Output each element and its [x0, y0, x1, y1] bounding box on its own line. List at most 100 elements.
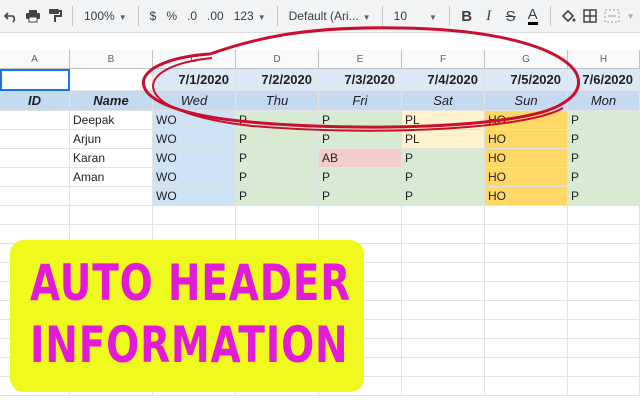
name-cell[interactable]: Deepak — [70, 111, 153, 130]
status-cell[interactable]: P — [236, 168, 319, 187]
paint-format-icon[interactable] — [44, 5, 66, 27]
status-cell[interactable]: P — [568, 149, 640, 168]
date-cell[interactable]: 7/1/2020 — [153, 69, 236, 91]
fill-color-icon[interactable] — [557, 5, 579, 27]
id-header-cell[interactable]: ID — [0, 91, 70, 111]
id-cell[interactable] — [0, 187, 70, 206]
cell[interactable] — [0, 206, 70, 225]
cell[interactable] — [485, 225, 568, 244]
cell[interactable] — [402, 263, 485, 282]
status-cell[interactable]: P — [568, 187, 640, 206]
column-header-f[interactable]: F — [402, 50, 485, 69]
status-cell[interactable]: PL — [402, 130, 485, 149]
status-cell[interactable]: P — [568, 111, 640, 130]
cell[interactable] — [402, 206, 485, 225]
column-header-h[interactable]: H — [568, 50, 640, 69]
cell[interactable] — [485, 301, 568, 320]
status-cell[interactable]: PL — [402, 111, 485, 130]
cell[interactable] — [485, 244, 568, 263]
cell[interactable] — [485, 339, 568, 358]
cell[interactable] — [402, 377, 485, 396]
date-cell[interactable]: 7/4/2020 — [402, 69, 485, 91]
cell[interactable] — [402, 339, 485, 358]
status-cell[interactable]: WO — [153, 187, 236, 206]
status-cell[interactable]: P — [319, 168, 402, 187]
cell[interactable] — [485, 282, 568, 301]
borders-icon[interactable] — [579, 5, 601, 27]
cell[interactable] — [568, 282, 640, 301]
status-cell[interactable]: WO — [153, 111, 236, 130]
day-cell[interactable]: Thu — [236, 91, 319, 111]
day-cell[interactable]: Wed — [153, 91, 236, 111]
id-cell[interactable] — [0, 111, 70, 130]
merge-cells-icon[interactable] — [601, 5, 623, 27]
cell[interactable] — [402, 244, 485, 263]
status-cell[interactable]: P — [236, 149, 319, 168]
status-cell[interactable]: P — [568, 130, 640, 149]
cell[interactable] — [402, 358, 485, 377]
status-cell[interactable]: HO — [485, 130, 568, 149]
cell[interactable] — [485, 263, 568, 282]
status-cell[interactable]: HO — [485, 149, 568, 168]
name-cell[interactable]: Karan — [70, 149, 153, 168]
status-cell[interactable]: WO — [153, 168, 236, 187]
status-cell[interactable]: WO — [153, 130, 236, 149]
text-color-button[interactable]: A — [522, 5, 544, 27]
cell[interactable] — [402, 320, 485, 339]
cell[interactable] — [568, 244, 640, 263]
name-header-cell[interactable]: Name — [70, 91, 153, 111]
id-cell[interactable] — [0, 168, 70, 187]
cell[interactable] — [70, 206, 153, 225]
print-icon[interactable] — [22, 5, 44, 27]
status-cell[interactable]: P — [236, 130, 319, 149]
zoom-select[interactable]: 100% ▼ — [79, 9, 132, 23]
cell[interactable] — [402, 225, 485, 244]
day-cell[interactable]: Mon — [568, 91, 640, 111]
italic-button[interactable]: I — [478, 5, 500, 27]
column-header-c[interactable]: C — [153, 50, 236, 69]
status-cell[interactable]: P — [236, 187, 319, 206]
percent-button[interactable]: % — [161, 9, 182, 23]
status-cell[interactable]: WO — [153, 149, 236, 168]
day-cell[interactable]: Sun — [485, 91, 568, 111]
id-cell[interactable] — [0, 130, 70, 149]
cell[interactable] — [485, 206, 568, 225]
column-header-b[interactable]: B — [70, 50, 153, 69]
date-cell[interactable]: 7/6/2020 — [568, 69, 640, 91]
cell[interactable] — [402, 301, 485, 320]
cell[interactable] — [402, 282, 485, 301]
cell[interactable] — [153, 206, 236, 225]
status-cell[interactable]: P — [402, 168, 485, 187]
font-select[interactable]: Default (Ari... ▼ — [284, 9, 376, 23]
status-cell[interactable]: P — [319, 187, 402, 206]
bold-button[interactable]: B — [456, 5, 478, 27]
status-cell[interactable]: P — [319, 111, 402, 130]
status-cell[interactable]: P — [402, 187, 485, 206]
status-cell[interactable]: HO — [485, 168, 568, 187]
status-cell[interactable]: P — [402, 149, 485, 168]
cell[interactable] — [568, 320, 640, 339]
selected-cell-a1[interactable] — [0, 69, 70, 91]
cell[interactable] — [485, 358, 568, 377]
undo-icon[interactable] — [0, 5, 22, 27]
status-cell[interactable]: HO — [485, 111, 568, 130]
cell[interactable] — [319, 206, 402, 225]
cell[interactable] — [485, 377, 568, 396]
cell[interactable] — [568, 263, 640, 282]
name-cell[interactable]: Arjun — [70, 130, 153, 149]
date-cell[interactable]: 7/2/2020 — [236, 69, 319, 91]
status-cell[interactable]: P — [319, 130, 402, 149]
date-cell[interactable]: 7/3/2020 — [319, 69, 402, 91]
decrease-decimal-button[interactable]: .0 — [182, 9, 202, 23]
column-header-g[interactable]: G — [485, 50, 568, 69]
column-header-e[interactable]: E — [319, 50, 402, 69]
cell[interactable] — [568, 206, 640, 225]
strikethrough-button[interactable]: S — [500, 5, 522, 27]
cell[interactable] — [70, 69, 153, 91]
name-cell[interactable] — [70, 187, 153, 206]
column-header-a[interactable]: A — [0, 50, 70, 69]
status-cell[interactable]: HO — [485, 187, 568, 206]
more-formats-button[interactable]: 123 ▼ — [229, 9, 271, 23]
date-cell[interactable]: 7/5/2020 — [485, 69, 568, 91]
status-cell[interactable]: P — [236, 111, 319, 130]
